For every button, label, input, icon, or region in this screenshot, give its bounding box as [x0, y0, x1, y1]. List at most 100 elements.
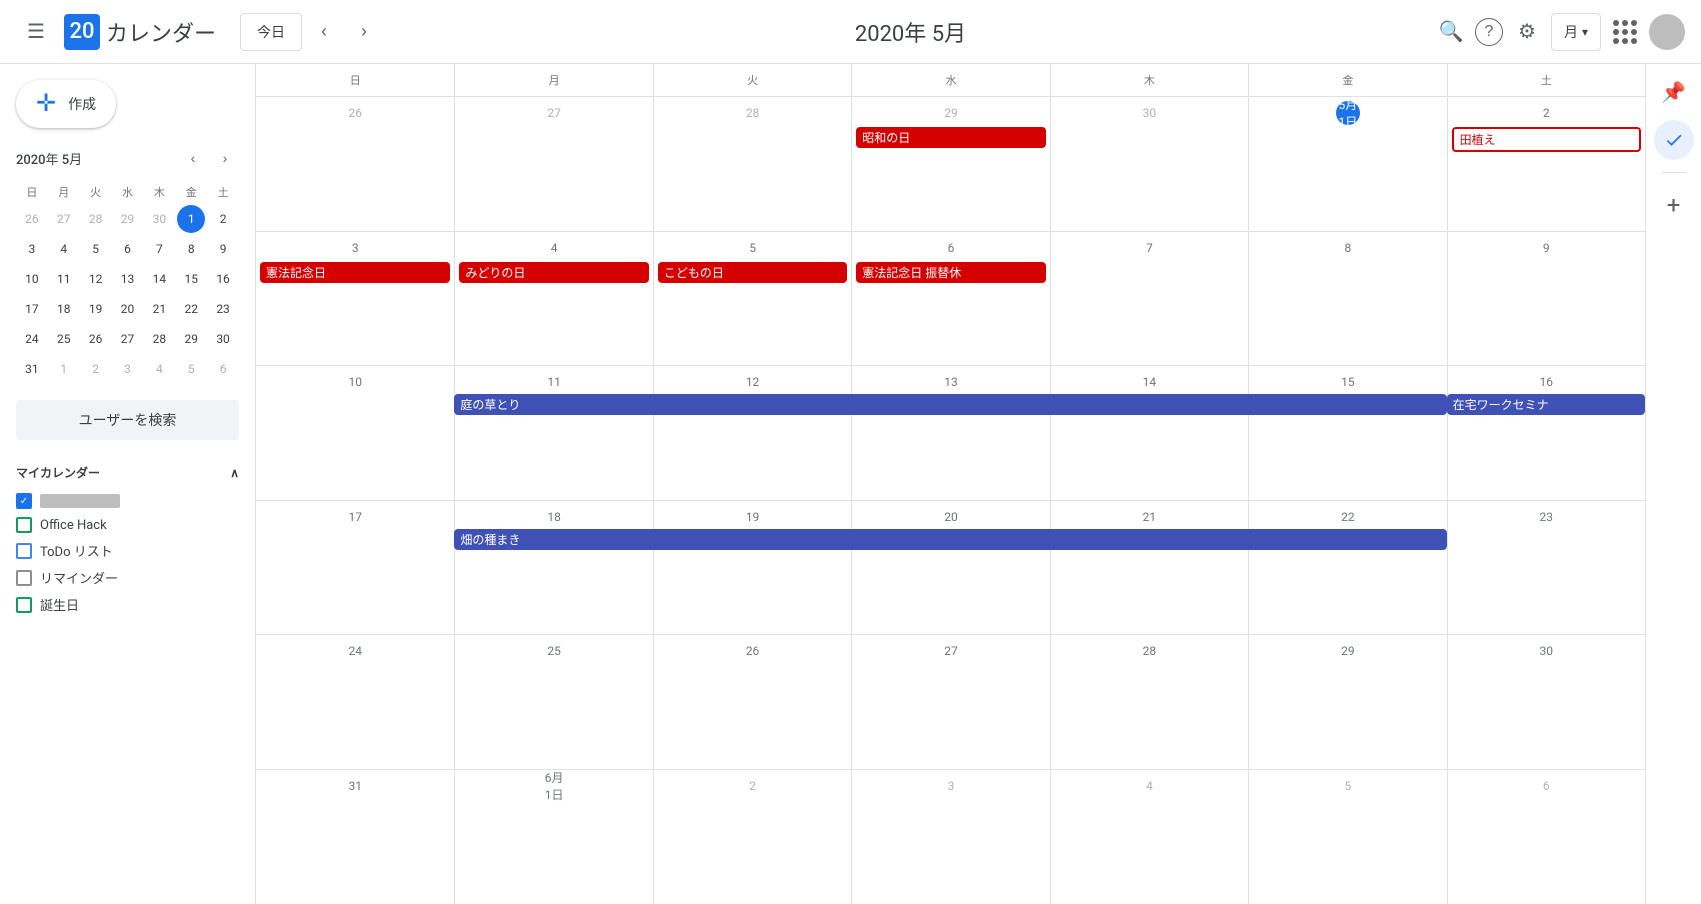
mini-day[interactable]: 2 — [82, 355, 110, 383]
calendar-item-office-hack[interactable]: Office Hack — [16, 513, 239, 537]
mini-day[interactable]: 29 — [177, 325, 205, 353]
cal-cell-may26[interactable]: 26 — [653, 635, 851, 769]
cal-cell-may13[interactable]: 13 — [851, 366, 1049, 500]
mini-day[interactable]: 5 — [177, 355, 205, 383]
cal-cell-may15[interactable]: 15 — [1248, 366, 1446, 500]
mini-day[interactable]: 9 — [209, 235, 237, 263]
event-showa-no-hi[interactable]: 昭和の日 — [856, 127, 1045, 148]
day-number[interactable]: 30 — [1137, 101, 1161, 125]
day-number[interactable]: 29 — [939, 101, 963, 125]
mini-day[interactable]: 19 — [82, 295, 110, 323]
add-icon[interactable]: + — [1654, 185, 1694, 225]
event-niwa[interactable]: 庭の草とり — [454, 394, 1446, 415]
cal-cell-may16[interactable]: 16 — [1447, 366, 1645, 500]
event-kenpo[interactable]: 憲法記念日 — [260, 262, 450, 283]
day-number[interactable]: 25 — [542, 639, 566, 663]
cal-cell-apr26[interactable]: 26 — [256, 97, 454, 231]
day-number[interactable]: 5 — [1336, 774, 1360, 798]
cal-cell-may5[interactable]: 5 こどもの日 — [653, 232, 851, 366]
day-number[interactable]: 6 — [1534, 774, 1558, 798]
mini-day[interactable]: 29 — [113, 205, 141, 233]
cal-cell-may2[interactable]: 2 田植え — [1447, 97, 1645, 231]
tasks-icon[interactable] — [1654, 120, 1694, 160]
cal-cell-may1[interactable]: 5月 1日 — [1248, 97, 1446, 231]
mini-day[interactable]: 13 — [113, 265, 141, 293]
mini-day[interactable]: 3 — [113, 355, 141, 383]
view-selector[interactable]: 月 ▾ — [1551, 13, 1601, 51]
cal-cell-may24[interactable]: 24 — [256, 635, 454, 769]
mini-day[interactable]: 4 — [145, 355, 173, 383]
day-number[interactable]: 6月 1日 — [542, 774, 566, 798]
day-number[interactable]: 31 — [343, 774, 367, 798]
cal-cell-may29[interactable]: 29 — [1248, 635, 1446, 769]
mini-day[interactable]: 24 — [18, 325, 46, 353]
day-number[interactable]: 20 — [939, 505, 963, 529]
cal-cell-jun1[interactable]: 6月 1日 — [454, 770, 652, 904]
mini-day[interactable]: 18 — [50, 295, 78, 323]
cal-cell-apr29[interactable]: 29 昭和の日 — [851, 97, 1049, 231]
day-number[interactable]: 26 — [343, 101, 367, 125]
day-number[interactable]: 24 — [343, 639, 367, 663]
day-number[interactable]: 2 — [1534, 101, 1558, 125]
settings-icon[interactable]: ⚙ — [1507, 12, 1547, 52]
mini-day[interactable]: 6 — [209, 355, 237, 383]
cal-cell-may10[interactable]: 10 — [256, 366, 454, 500]
cal-cell-apr28[interactable]: 28 — [653, 97, 851, 231]
bookmark-icon[interactable]: 📌 — [1654, 72, 1694, 112]
user-avatar[interactable] — [1649, 14, 1685, 50]
mini-day[interactable]: 26 — [82, 325, 110, 353]
help-icon[interactable]: ? — [1475, 18, 1503, 46]
mini-day[interactable]: 21 — [145, 295, 173, 323]
day-number[interactable]: 10 — [343, 370, 367, 394]
mini-day[interactable]: 2 — [209, 205, 237, 233]
day-number[interactable]: 13 — [939, 370, 963, 394]
day-number[interactable]: 26 — [741, 639, 765, 663]
cal-cell-may6[interactable]: 6 憲法記念日 振替休 — [851, 232, 1049, 366]
day-number[interactable]: 19 — [741, 505, 765, 529]
mini-day[interactable]: 28 — [82, 205, 110, 233]
event-taue[interactable]: 田植え — [1452, 127, 1641, 152]
mini-day[interactable]: 26 — [18, 205, 46, 233]
cal-cell-may12[interactable]: 12 — [653, 366, 851, 500]
day-number[interactable]: 8 — [1336, 236, 1360, 260]
cal-cell-may4[interactable]: 4 みどりの日 — [454, 232, 652, 366]
day-number[interactable]: 23 — [1534, 505, 1558, 529]
mini-day[interactable]: 6 — [113, 235, 141, 263]
day-number[interactable]: 28 — [1137, 639, 1161, 663]
calendar-item-user[interactable]: ✓ — [16, 489, 239, 513]
user-search-button[interactable]: ユーザーを検索 — [16, 400, 239, 440]
day-number[interactable]: 12 — [741, 370, 765, 394]
day-number[interactable]: 4 — [1137, 774, 1161, 798]
mini-day[interactable]: 23 — [209, 295, 237, 323]
mini-day[interactable]: 7 — [145, 235, 173, 263]
day-number[interactable]: 5 — [741, 236, 765, 260]
mini-day[interactable]: 12 — [82, 265, 110, 293]
mini-next-button[interactable]: › — [211, 144, 239, 172]
day-number[interactable]: 30 — [1534, 639, 1558, 663]
day-number[interactable]: 21 — [1137, 505, 1161, 529]
cal-cell-apr30[interactable]: 30 — [1050, 97, 1248, 231]
event-kodomo[interactable]: こどもの日 — [658, 262, 847, 283]
event-kenpo-furikae[interactable]: 憲法記念日 振替休 — [856, 262, 1045, 283]
mini-day-today[interactable]: 1 — [177, 205, 205, 233]
cal-cell-may22[interactable]: 22 — [1248, 501, 1446, 635]
mini-day[interactable]: 25 — [50, 325, 78, 353]
calendar-item-reminder[interactable]: リマインダー — [16, 564, 239, 591]
cal-cell-may23[interactable]: 23 — [1447, 501, 1645, 635]
mini-day[interactable]: 15 — [177, 265, 205, 293]
cal-cell-may28[interactable]: 28 — [1050, 635, 1248, 769]
cal-cell-jun2[interactable]: 2 — [653, 770, 851, 904]
cal-cell-may9[interactable]: 9 — [1447, 232, 1645, 366]
next-month-button[interactable]: › — [346, 14, 382, 50]
my-calendars-section[interactable]: マイカレンダー ∧ — [16, 456, 239, 489]
day-number[interactable]: 29 — [1336, 639, 1360, 663]
cal-cell-jun5[interactable]: 5 — [1248, 770, 1446, 904]
mini-day[interactable]: 1 — [50, 355, 78, 383]
day-number[interactable]: 6 — [939, 236, 963, 260]
day-number[interactable]: 7 — [1137, 236, 1161, 260]
mini-day[interactable]: 17 — [18, 295, 46, 323]
day-number[interactable]: 18 — [542, 505, 566, 529]
day-number[interactable]: 4 — [542, 236, 566, 260]
day-number[interactable]: 9 — [1534, 236, 1558, 260]
cal-cell-may27[interactable]: 27 — [851, 635, 1049, 769]
